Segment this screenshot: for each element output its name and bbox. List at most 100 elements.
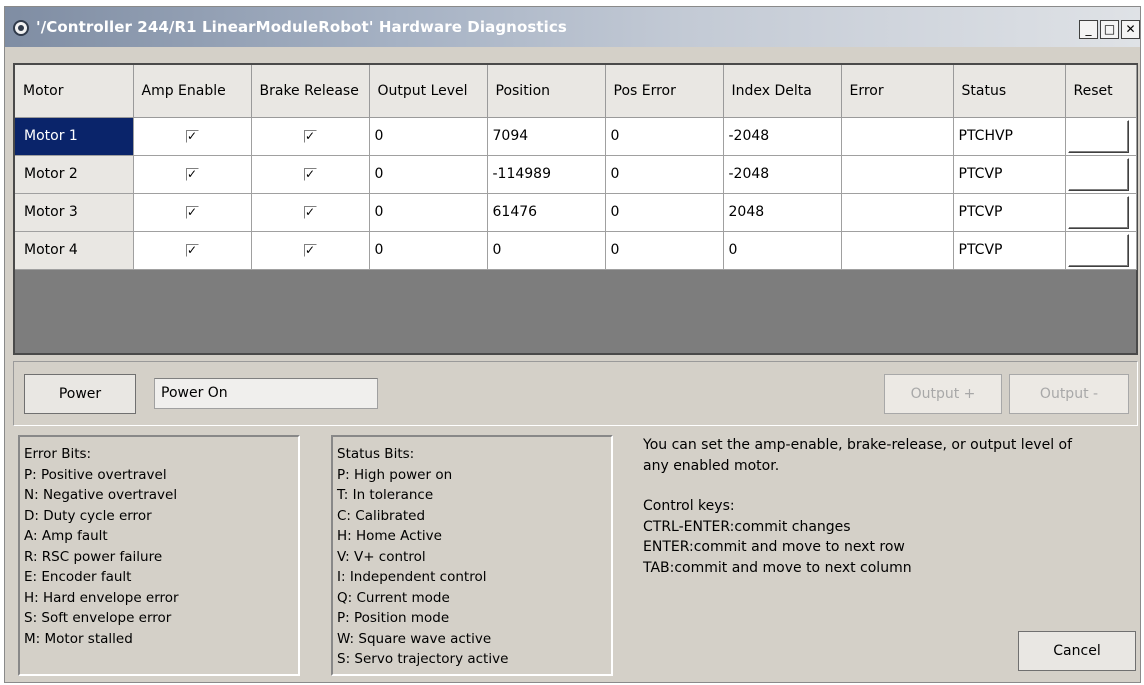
reset-button[interactable]: [1067, 157, 1129, 191]
status-bit-item: C: Calibrated: [337, 507, 426, 524]
amp-enable-checkbox[interactable]: ✓: [185, 129, 199, 143]
motor-name-cell[interactable]: Motor 3: [15, 193, 134, 232]
help-line: any enabled motor.: [643, 457, 780, 474]
position-cell: 61476: [487, 193, 606, 232]
help-text: You can set the amp-enable, brake-releas…: [643, 435, 1072, 578]
amp-enable-cell[interactable]: ✓: [133, 117, 252, 156]
power-button[interactable]: Power: [24, 374, 136, 414]
col-header-index-delta[interactable]: Index Delta: [723, 65, 842, 118]
status-cell: PTCHVP: [953, 117, 1066, 156]
output-level-cell[interactable]: 0: [369, 193, 488, 232]
status-cell: PTCVP: [953, 231, 1066, 270]
status-bit-item: I: Independent control: [337, 569, 487, 585]
amp-enable-checkbox[interactable]: ✓: [185, 167, 199, 181]
brake-release-checkbox[interactable]: ✓: [303, 205, 317, 219]
error-bit-item: D: Duty cycle error: [24, 507, 152, 524]
status-cell: PTCVP: [953, 193, 1066, 232]
col-header-amp-enable[interactable]: Amp Enable: [133, 65, 252, 118]
col-header-error[interactable]: Error: [841, 65, 954, 118]
amp-enable-cell[interactable]: ✓: [133, 231, 252, 270]
output-level-cell[interactable]: 0: [369, 117, 488, 156]
table-row[interactable]: Motor 3 ✓ ✓ 0 61476 0 2048 PTCVP: [15, 193, 1137, 232]
error-bit-item: P: Positive overtravel: [24, 466, 167, 483]
index-delta-cell: 2048: [723, 193, 842, 232]
index-delta-cell: 0: [723, 231, 842, 270]
status-bit-item: Q: Current mode: [337, 589, 450, 606]
reset-button[interactable]: [1067, 119, 1129, 153]
brake-release-cell[interactable]: ✓: [251, 193, 370, 232]
amp-enable-checkbox[interactable]: ✓: [185, 243, 199, 257]
status-bit-item: T: In tolerance: [337, 487, 434, 503]
brake-release-cell[interactable]: ✓: [251, 231, 370, 270]
table-row[interactable]: Motor 1 ✓ ✓ 0 7094 0 -2048 PTCHVP: [15, 117, 1137, 156]
brake-release-checkbox[interactable]: ✓: [303, 243, 317, 257]
motor-name-cell[interactable]: Motor 1: [15, 117, 134, 156]
col-header-status[interactable]: Status: [953, 65, 1066, 118]
status-bits-title: Status Bits:: [337, 446, 415, 462]
error-cell: [841, 117, 954, 156]
error-cell: [841, 193, 954, 232]
table-row[interactable]: Motor 2 ✓ ✓ 0 -114989 0 -2048 PTCVP: [15, 155, 1137, 194]
error-bit-item: E: Encoder fault: [24, 569, 132, 585]
reset-cell: [1065, 193, 1137, 232]
diagnostics-window: '/Controller 244/R1 LinearModuleRobot' H…: [4, 6, 1141, 683]
status-bit-item: S: Servo trajectory active: [337, 651, 509, 667]
control-key-item: ENTER:commit and move to next row: [643, 539, 905, 555]
reset-button[interactable]: [1067, 195, 1129, 229]
brake-release-checkbox[interactable]: ✓: [303, 129, 317, 143]
status-bit-item: W: Square wave active: [337, 630, 492, 647]
pos-error-cell: 0: [605, 117, 724, 156]
status-cell: PTCVP: [953, 155, 1066, 194]
amp-enable-checkbox[interactable]: ✓: [185, 205, 199, 219]
brake-release-cell[interactable]: ✓: [251, 155, 370, 194]
brake-release-checkbox[interactable]: ✓: [303, 167, 317, 181]
reset-cell: [1065, 155, 1137, 194]
status-bit-item: H: Home Active: [337, 528, 442, 544]
status-bit-item: P: Position mode: [337, 610, 450, 626]
title-bar[interactable]: '/Controller 244/R1 LinearModuleRobot' H…: [5, 7, 1140, 47]
motor-name-cell[interactable]: Motor 2: [15, 155, 134, 194]
amp-enable-cell[interactable]: ✓: [133, 155, 252, 194]
error-bit-item: R: RSC power failure: [24, 548, 163, 565]
output-level-cell[interactable]: 0: [369, 155, 488, 194]
cancel-button[interactable]: Cancel: [1018, 631, 1136, 671]
reset-cell: [1065, 231, 1137, 270]
output-minus-button[interactable]: Output -: [1009, 374, 1129, 414]
reset-button[interactable]: [1067, 233, 1129, 267]
error-cell: [841, 155, 954, 194]
index-delta-cell: -2048: [723, 155, 842, 194]
col-header-output-level[interactable]: Output Level: [369, 65, 488, 118]
window-title: '/Controller 244/R1 LinearModuleRobot' H…: [36, 18, 567, 36]
col-header-reset[interactable]: Reset: [1065, 65, 1137, 118]
maximize-button[interactable]: □: [1100, 20, 1119, 39]
col-header-position[interactable]: Position: [487, 65, 606, 118]
error-cell: [841, 231, 954, 270]
help-line: You can set the amp-enable, brake-releas…: [643, 437, 1073, 453]
window-controls: _ □ ✕: [1079, 20, 1140, 39]
status-bits-box: Status Bits: P: High power on T: In tole…: [331, 435, 613, 676]
output-level-cell[interactable]: 0: [369, 231, 488, 270]
status-bit-item: V: V+ control: [337, 548, 426, 565]
motor-name-cell[interactable]: Motor 4: [15, 231, 134, 270]
header-row: Motor Amp Enable Brake Release Output Le…: [15, 65, 1137, 118]
error-bit-item: M: Motor stalled: [24, 630, 133, 647]
reset-cell: [1065, 117, 1137, 156]
control-key-item: CTRL-ENTER:commit changes: [643, 518, 851, 535]
close-button[interactable]: ✕: [1121, 20, 1140, 39]
brake-release-cell[interactable]: ✓: [251, 117, 370, 156]
table-row[interactable]: Motor 4 ✓ ✓ 0 0 0 0 PTCVP: [15, 231, 1137, 270]
error-bit-item: S: Soft envelope error: [24, 610, 172, 626]
output-plus-button[interactable]: Output +: [884, 374, 1002, 414]
error-bits-title: Error Bits:: [24, 446, 92, 462]
motor-grid: Motor Amp Enable Brake Release Output Le…: [13, 63, 1138, 355]
control-keys-title: Control keys:: [643, 498, 735, 514]
status-bit-item: P: High power on: [337, 466, 453, 483]
col-header-motor[interactable]: Motor: [15, 65, 134, 118]
index-delta-cell: -2048: [723, 117, 842, 156]
minimize-button[interactable]: _: [1079, 20, 1098, 39]
col-header-pos-error[interactable]: Pos Error: [605, 65, 724, 118]
pos-error-cell: 0: [605, 231, 724, 270]
error-bit-item: A: Amp fault: [24, 528, 108, 544]
col-header-brake-release[interactable]: Brake Release: [251, 65, 370, 118]
amp-enable-cell[interactable]: ✓: [133, 193, 252, 232]
